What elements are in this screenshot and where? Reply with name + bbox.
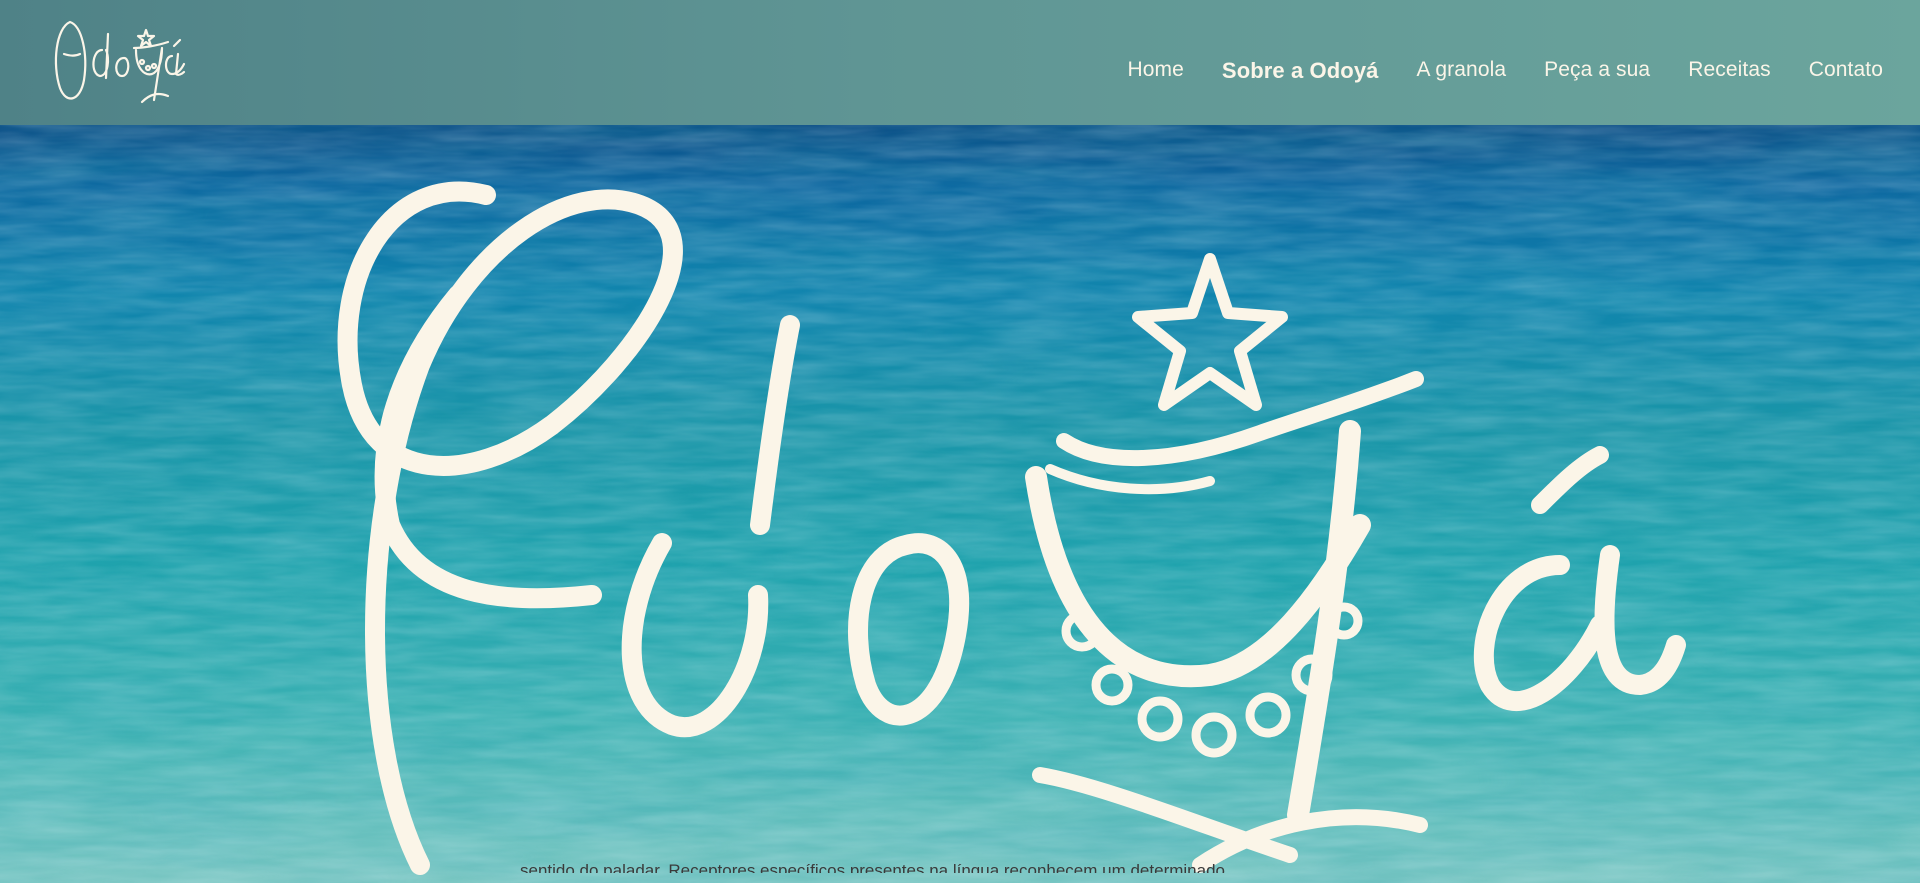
page-bottom [0,883,1920,887]
nav-item-peca[interactable]: Peça a sua [1544,58,1650,84]
odoya-script-logo-icon [337,181,1686,875]
nav-item-home[interactable]: Home [1128,58,1184,84]
nav-item-receitas[interactable]: Receitas [1688,58,1771,84]
intro-paragraph: sentido do paladar. Receptores específic… [520,861,1225,873]
nav-item-sobre[interactable]: Sobre a Odoyá [1222,58,1379,84]
site-header: Home Sobre a Odoyá A granola Peça a sua … [0,0,1920,125]
main-nav: Home Sobre a Odoyá A granola Peça a sua … [1090,58,1884,84]
nav-item-granola[interactable]: A granola [1417,58,1507,84]
odoya-logo-icon[interactable] [50,14,190,110]
nav-item-contato[interactable]: Contato [1809,58,1883,84]
hero-banner [0,125,1920,883]
